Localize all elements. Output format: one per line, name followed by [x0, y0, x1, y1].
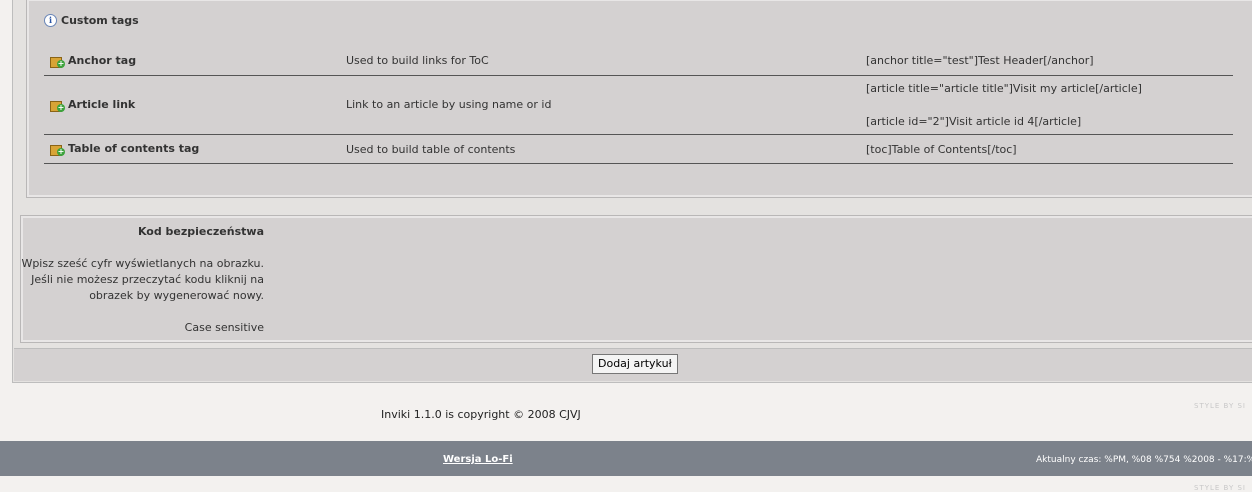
info-icon: i: [44, 14, 57, 27]
tag-example: [article title="article title"]Visit my …: [866, 82, 1142, 95]
security-help-line1: Wpisz sześć cyfr wyświetlanych na obrazk…: [21, 257, 264, 270]
tag-label: Table of contents tag: [68, 142, 200, 155]
tag-row-anchor: + Anchor tag Used to build links for ToC…: [44, 48, 1233, 76]
security-code-title: Kod bezpieczeństwa: [137, 225, 264, 238]
custom-tags-title: Custom tags: [61, 14, 139, 27]
custom-tags-heading: i Custom tags: [44, 14, 139, 27]
security-help-line3: obrazek by wygenerować nowy.: [89, 289, 264, 302]
add-article-button[interactable]: Dodaj artykuł: [592, 354, 678, 374]
security-help-line2: Jeśli nie możesz przeczytać kodu kliknij…: [31, 273, 264, 286]
tag-name-anchor: + Anchor tag: [50, 54, 137, 68]
tag-row-toc: + Table of contents tag Used to build ta…: [44, 135, 1233, 164]
tag-example: [article id="2"]Visit article id 4[/arti…: [866, 115, 1082, 128]
style-by-credit: STYLE BY SI: [1194, 402, 1246, 410]
tag-label: Article link: [68, 98, 136, 111]
copyright-text: Inviki 1.1.0 is copyright © 2008 CJVJ: [381, 408, 581, 421]
lofi-version-link[interactable]: Wersja Lo-Fi: [443, 454, 513, 465]
tag-description: Link to an article by using name or id: [346, 98, 552, 111]
tag-row-article: + Article link Link to an article by usi…: [44, 76, 1233, 135]
add-package-icon[interactable]: +: [50, 99, 65, 112]
case-sensitive-note: Case sensitive: [184, 321, 264, 334]
add-package-icon[interactable]: +: [50, 55, 65, 68]
style-by-credit-bottom: STYLE BY SI: [1194, 484, 1246, 492]
tag-description: Used to build table of contents: [346, 143, 516, 156]
add-package-icon[interactable]: +: [50, 143, 65, 156]
tag-example: [toc]Table of Contents[/toc]: [866, 143, 1017, 156]
current-time: Aktualny czas: %PM, %08 %754 %2008 - %17…: [1036, 455, 1252, 465]
tag-label: Anchor tag: [68, 54, 137, 67]
tag-description: Used to build links for ToC: [346, 54, 489, 67]
tag-name-toc: + Table of contents tag: [50, 142, 200, 156]
tag-example: [anchor title="test"]Test Header[/anchor…: [866, 54, 1094, 67]
tag-name-article: + Article link: [50, 98, 136, 112]
